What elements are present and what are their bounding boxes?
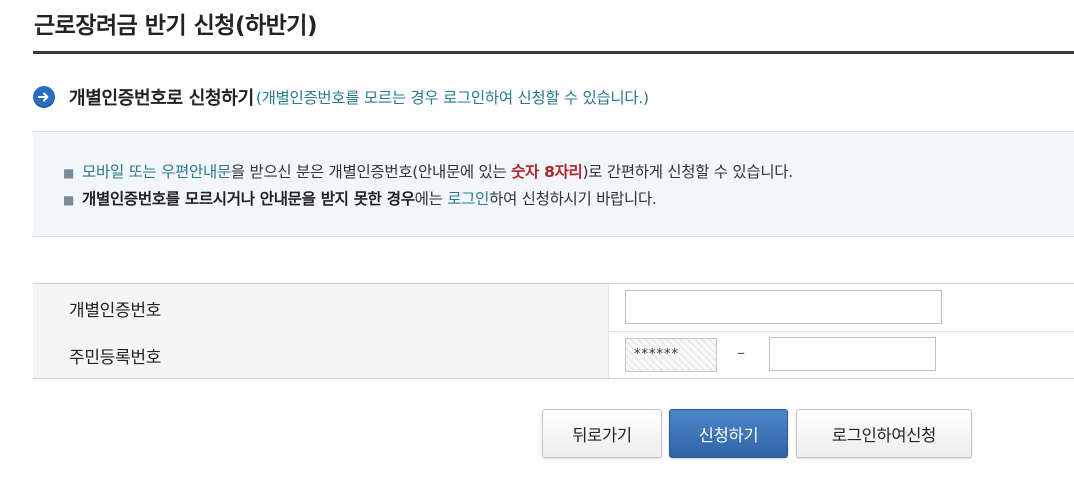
auth-number-label: 개별인증번호	[69, 301, 162, 321]
info-digit-count: 숫자 8자리	[511, 163, 583, 181]
login-apply-button[interactable]: 로그인하여신청	[796, 409, 972, 458]
auth-number-input[interactable]	[625, 290, 942, 324]
auth-number-row: 개별인증번호	[33, 284, 1074, 332]
section-title: 개별인증번호로 신청하기	[69, 88, 254, 109]
info-text: 에는	[414, 190, 448, 208]
auth-number-label-cell: 개별인증번호	[33, 284, 609, 331]
rrn-row: 주민등록번호 ****** –	[33, 331, 1074, 378]
section-header: 개별인증번호로 신청하기 (개별인증번호를 모르는 경우 로그인하여 신청할 수…	[33, 84, 649, 110]
info-mobile-mail: 모바일 또는 우편안내문	[82, 163, 231, 181]
info-line-1: ■ 모바일 또는 우편안내문을 받으신 분은 개별인증번호(안내문에 있는 숫자 …	[63, 160, 793, 182]
apply-button[interactable]: 신청하기	[669, 409, 788, 458]
info-text: )로 간편하게 신청할 수 있습니다.	[582, 163, 794, 181]
info-box: ■ 모바일 또는 우편안내문을 받으신 분은 개별인증번호(안내문에 있는 숫자 …	[33, 131, 1074, 237]
back-button[interactable]: 뒤로가기	[542, 409, 662, 458]
rrn-label-cell: 주민등록번호	[33, 331, 609, 378]
title-divider	[33, 51, 1074, 54]
arrow-right-icon	[33, 86, 55, 108]
auth-form: 개별인증번호 주민등록번호 ****** –	[33, 283, 1074, 379]
info-unknown-case: 개별인증번호를 모르시거나 안내문을 받지 못한 경우	[82, 190, 415, 208]
rrn-separator: –	[737, 343, 745, 362]
bullet-icon: ■	[63, 193, 75, 207]
info-login-link: 로그인	[447, 190, 490, 208]
bullet-icon: ■	[63, 166, 75, 180]
info-line-2: ■ 개별인증번호를 모르시거나 안내문을 받지 못한 경우에는 로그인하여 신청하…	[63, 187, 657, 209]
info-text: 하여 신청하시기 바랍니다.	[489, 190, 657, 208]
page-title: 근로장려금 반기 신청(하반기)	[34, 13, 317, 39]
rrn-label: 주민등록번호	[69, 348, 162, 368]
rrn-front-masked-field: ******	[625, 338, 717, 372]
rrn-back-input[interactable]	[769, 337, 936, 371]
section-subtitle: (개별인증번호를 모르는 경우 로그인하여 신청할 수 있습니다.)	[255, 89, 649, 107]
info-text: 을 받으신 분은 개별인증번호(안내문에 있는	[230, 163, 512, 181]
